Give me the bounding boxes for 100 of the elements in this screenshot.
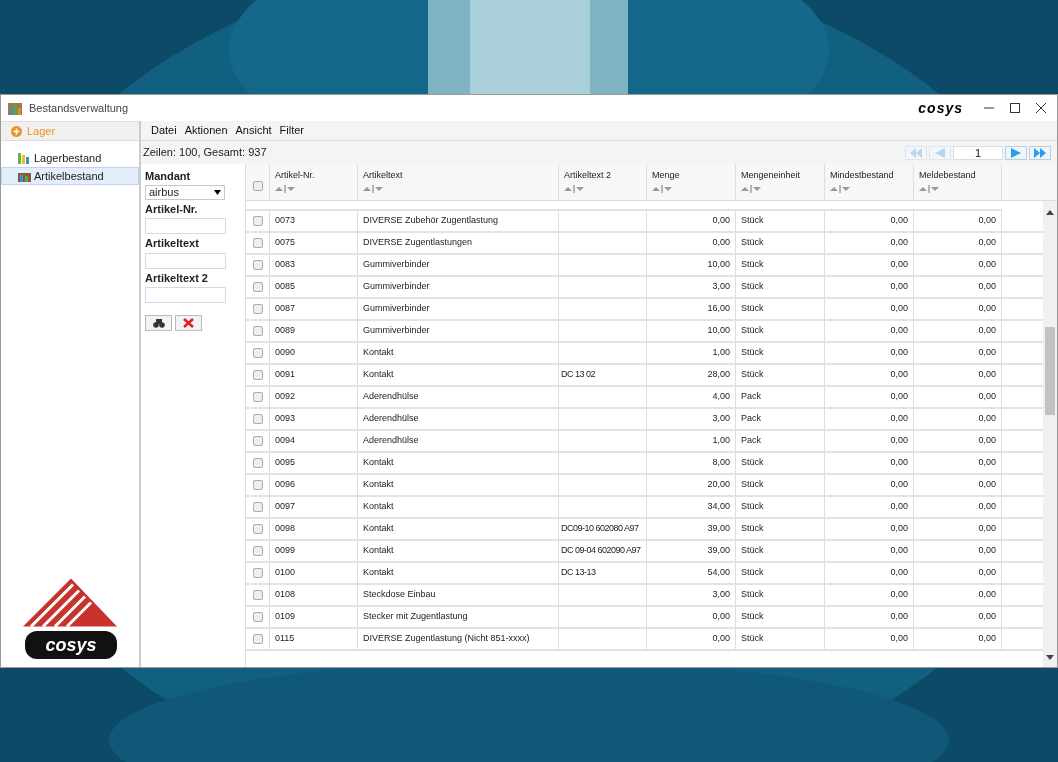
column-header[interactable]: Artikel-Nr. — [270, 164, 358, 200]
search-button[interactable] — [145, 315, 172, 331]
column-header[interactable]: Meldebestand — [914, 164, 1002, 200]
clear-button[interactable] — [175, 315, 202, 331]
row-checkbox[interactable] — [252, 392, 263, 402]
table-cell: Kontakt — [363, 368, 394, 382]
row-checkbox[interactable] — [252, 502, 263, 512]
table-cell: Stück — [741, 588, 764, 602]
input-field[interactable] — [145, 252, 226, 269]
table-cell: Stück — [741, 478, 764, 492]
sort-icon[interactable] — [830, 184, 850, 193]
column-header[interactable]: Artikeltext — [358, 164, 559, 200]
sort-icon[interactable] — [919, 184, 939, 193]
brand-logo-icon — [23, 578, 117, 627]
table-cell: Pack — [741, 434, 761, 448]
table-cell: 34,00 — [707, 500, 730, 514]
column-header[interactable]: Artikeltext 2 — [559, 164, 647, 200]
plus-icon — [11, 125, 22, 137]
input-field[interactable] — [145, 218, 226, 234]
row-checkbox[interactable] — [252, 612, 263, 622]
row-checkbox[interactable] — [252, 216, 263, 226]
table-cell: 0,00 — [978, 478, 996, 492]
column-header[interactable]: Menge — [647, 164, 736, 200]
table-cell: Stück — [741, 566, 764, 580]
scrollbar[interactable] — [1043, 201, 1057, 667]
table-cell: Stück — [741, 324, 764, 338]
table-cell: Gummiverbinder — [363, 302, 430, 316]
sort-icon[interactable] — [363, 184, 383, 193]
table-cell: 0,00 — [890, 236, 908, 250]
row-checkbox[interactable] — [252, 238, 263, 248]
table-cell: 0,00 — [978, 610, 996, 624]
row-checkbox[interactable] — [252, 436, 263, 446]
sort-icon[interactable] — [741, 184, 761, 193]
row-checkbox[interactable] — [252, 590, 263, 600]
row-checkbox[interactable] — [252, 326, 263, 336]
table-cell: Stecker mit Zugentlastung — [363, 610, 468, 624]
row-checkbox[interactable] — [252, 282, 263, 292]
table-cell: 0,00 — [978, 390, 996, 404]
column-header[interactable]: Mengeneinheit — [736, 164, 825, 200]
row-checkbox[interactable] — [252, 348, 263, 358]
table-cell: 0085 — [275, 280, 296, 294]
menu-item[interactable]: Ansicht — [235, 122, 272, 139]
table-cell: 0097 — [275, 500, 296, 514]
table-cell: 0098 — [275, 522, 296, 536]
sort-icon[interactable] — [275, 184, 295, 193]
scroll-down-icon[interactable] — [1046, 655, 1054, 661]
input-field[interactable] — [145, 287, 226, 303]
last-page-button[interactable] — [1029, 145, 1051, 160]
table-cell: Gummiverbinder — [363, 324, 430, 338]
table-cell: 54,00 — [707, 566, 730, 580]
row-checkbox[interactable] — [252, 414, 263, 424]
table-cell: 10,00 — [707, 324, 730, 338]
row-checkbox[interactable] — [252, 480, 263, 490]
scroll-thumb[interactable] — [1045, 327, 1055, 415]
table-cell: 0094 — [275, 434, 296, 448]
client-dropdown[interactable]: airbus — [145, 184, 225, 200]
table-cell: 0,00 — [890, 500, 908, 514]
table-cell: Stück — [741, 544, 764, 558]
table-cell: 0,00 — [890, 478, 908, 492]
row-checkbox[interactable] — [252, 634, 263, 644]
row-checkbox[interactable] — [252, 370, 263, 380]
table-cell: 0,00 — [978, 588, 996, 602]
table-cell: Stück — [741, 632, 764, 646]
row-checkbox[interactable] — [252, 524, 263, 534]
field-label: Mandant — [145, 169, 192, 184]
table-cell: 0,00 — [890, 522, 908, 536]
close-icon[interactable] — [1035, 102, 1047, 114]
last-page-icon — [1033, 147, 1047, 158]
maximize-icon[interactable] — [1009, 102, 1021, 114]
table-cell: 39,00 — [707, 522, 730, 536]
binoculars-icon — [152, 318, 165, 328]
column-header[interactable]: Mindestbestand — [825, 164, 914, 200]
menu-item[interactable]: Filter — [279, 122, 305, 139]
scroll-up-icon[interactable] — [1046, 209, 1054, 215]
table-cell: 0,00 — [978, 302, 996, 316]
row-checkbox[interactable] — [252, 568, 263, 578]
table-cell: 0093 — [275, 412, 296, 426]
menu-item[interactable]: Aktionen — [184, 122, 228, 139]
row-checkbox[interactable] — [252, 458, 263, 468]
caret-icon — [214, 189, 221, 195]
table-cell: 0,00 — [890, 588, 908, 602]
table-cell: 0,00 — [978, 280, 996, 294]
sort-icon[interactable] — [564, 184, 584, 193]
row-checkbox[interactable] — [252, 304, 263, 314]
table-cell: Gummiverbinder — [363, 258, 430, 272]
next-page-button[interactable] — [1005, 145, 1027, 160]
select-all-checkbox[interactable] — [252, 181, 263, 191]
sort-icon[interactable] — [652, 184, 672, 193]
page-field[interactable]: 1 — [953, 145, 1003, 160]
row-checkbox[interactable] — [252, 546, 263, 556]
table-cell: Kontakt — [363, 478, 394, 492]
table-cell: 20,00 — [707, 478, 730, 492]
row-checkbox[interactable] — [252, 260, 263, 270]
menu-item[interactable]: Datei — [151, 122, 177, 139]
sidebar-item[interactable]: Artikelbestand — [1, 167, 139, 185]
table-cell: DC 13 02 — [561, 368, 596, 382]
table-cell: DC 13-13 — [561, 566, 596, 580]
table-cell: 0,00 — [978, 544, 996, 558]
sidebar-item[interactable]: Lagerbestand — [1, 149, 139, 167]
table-cell: Gummiverbinder — [363, 280, 430, 294]
